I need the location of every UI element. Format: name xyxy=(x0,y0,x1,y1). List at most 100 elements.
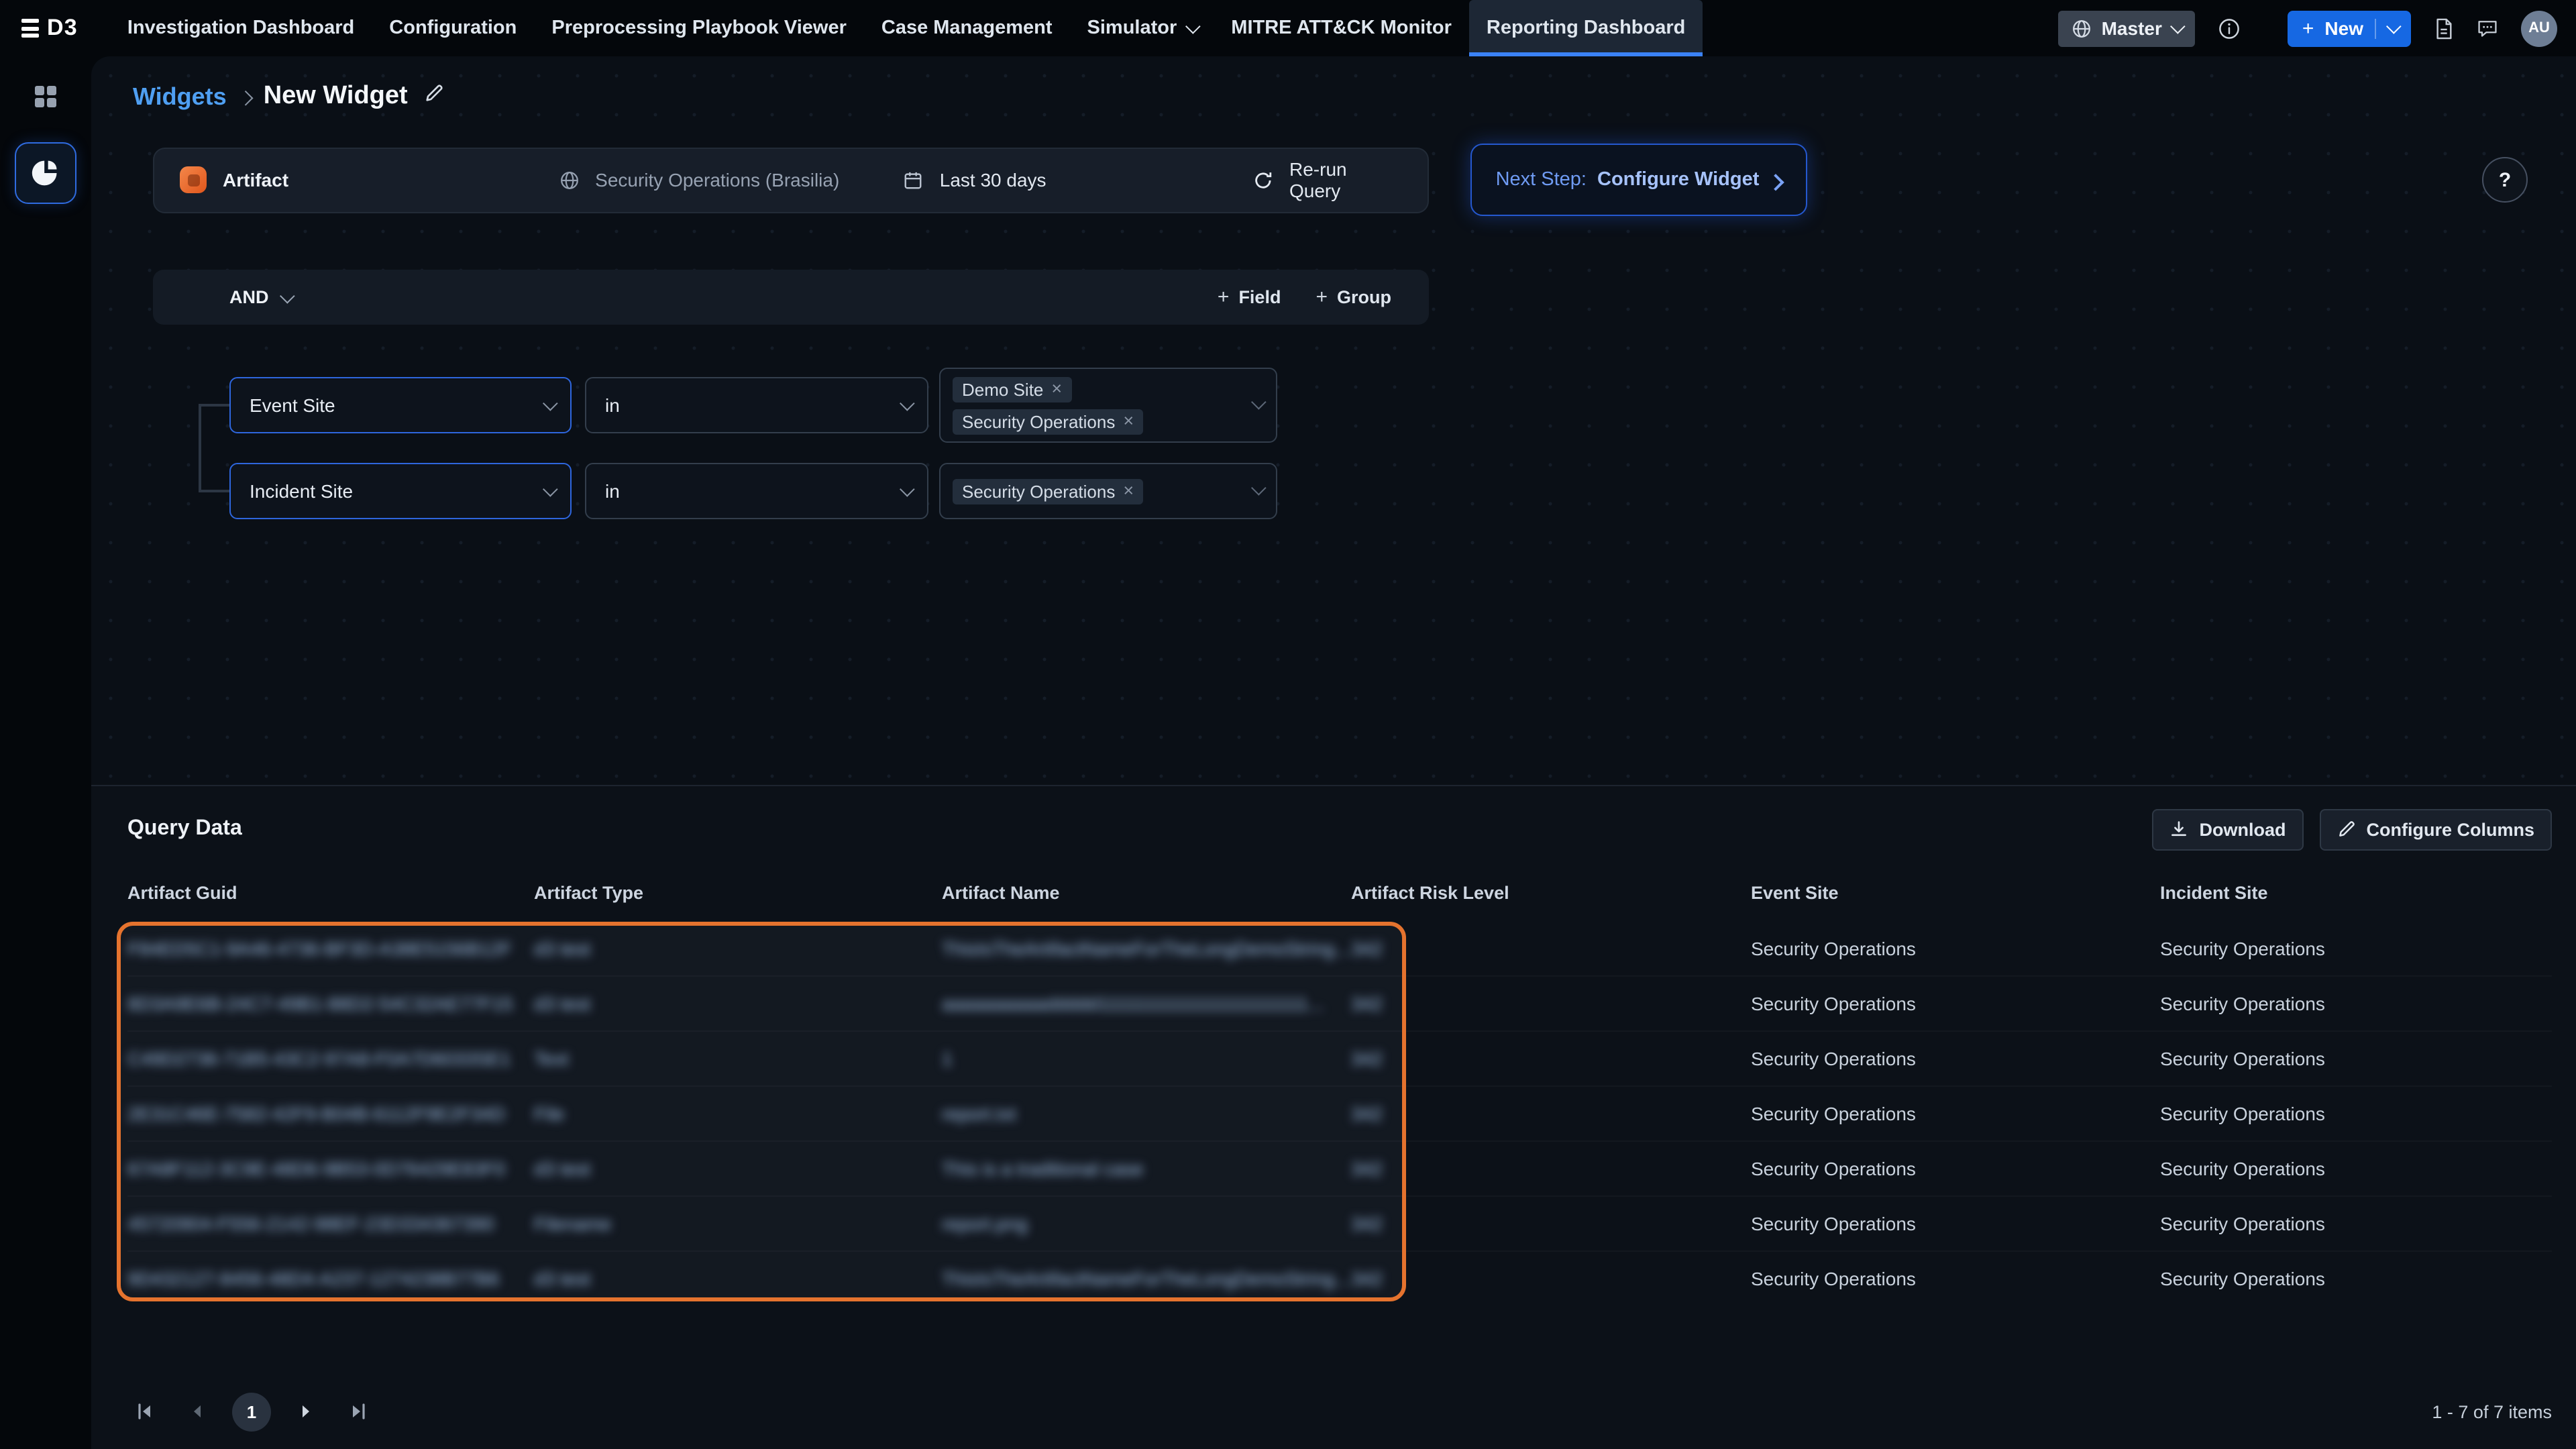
chat-button[interactable] xyxy=(2477,17,2498,39)
field-select-value: Incident Site xyxy=(250,480,353,502)
rerun-query-button[interactable]: Re-run Query xyxy=(1253,158,1402,201)
chevron-down-icon xyxy=(2386,19,2400,34)
document-icon xyxy=(2434,17,2454,40)
chevron-down-icon xyxy=(1186,19,1200,34)
plus-icon: + xyxy=(1218,286,1230,309)
table-row[interactable]: 2E31C46E-7582-42F9-B04B-6112F9E2F34D Fil… xyxy=(127,1087,2552,1142)
table-row[interactable]: 8D3A9E6B-24C7-49B1-88D2-54C32AE77F15 d3 … xyxy=(127,977,2552,1032)
site-selector[interactable]: Security Operations (Brasilia) xyxy=(559,169,904,191)
cell-event-site: Security Operations xyxy=(1751,1158,2160,1179)
next-step-button[interactable]: Next Step: Configure Widget xyxy=(1470,144,1807,216)
nav-preprocessing-playbook-viewer[interactable]: Preprocessing Playbook Viewer xyxy=(534,0,864,56)
cell-artifact-name: ThisIsTheArtifactNameForTheLongDemoStrin… xyxy=(942,938,1351,959)
nav-configuration[interactable]: Configuration xyxy=(372,0,534,56)
close-icon[interactable]: × xyxy=(1123,413,1134,431)
skip-first-icon xyxy=(136,1402,154,1421)
field-select-incident-site[interactable]: Incident Site xyxy=(229,463,572,519)
main-nav: Investigation Dashboard Configuration Pr… xyxy=(110,0,1703,56)
cell-artifact-guid: 2E31C46E-7582-42F9-B04B-6112F9E2F34D xyxy=(127,1103,534,1124)
first-page-button[interactable] xyxy=(127,1394,162,1429)
value-chip[interactable]: Security Operations × xyxy=(953,478,1143,504)
skip-last-icon xyxy=(349,1402,368,1421)
breadcrumb-widgets-link[interactable]: Widgets xyxy=(133,83,227,111)
sidebar-item-dashboards[interactable] xyxy=(32,83,59,110)
cell-incident-site: Security Operations xyxy=(2160,1103,2552,1124)
new-button[interactable]: + New xyxy=(2288,10,2411,46)
cell-event-site: Security Operations xyxy=(1751,1213,2160,1234)
column-header-artifact-risk-level: Artifact Risk Level xyxy=(1351,882,1751,902)
pencil-icon xyxy=(2337,820,2356,839)
artifact-icon xyxy=(180,166,207,193)
new-button-label: New xyxy=(2324,17,2363,39)
table-row[interactable]: F84ED5C1-9A46-4736-BF3D-A38E5156B12F d3 … xyxy=(127,922,2552,977)
close-icon[interactable]: × xyxy=(1051,380,1062,398)
operator-select[interactable]: in xyxy=(585,377,928,433)
refresh-icon xyxy=(1253,170,1273,190)
chevron-down-icon xyxy=(900,482,914,496)
nav-reporting-dashboard[interactable]: Reporting Dashboard xyxy=(1469,0,1703,56)
cell-incident-site: Security Operations xyxy=(2160,1158,2552,1179)
next-page-button[interactable] xyxy=(288,1394,323,1429)
add-group-button[interactable]: + Group xyxy=(1316,286,1391,309)
add-field-button[interactable]: + Field xyxy=(1218,286,1281,309)
edit-title-button[interactable] xyxy=(424,83,444,110)
nav-investigation-dashboard[interactable]: Investigation Dashboard xyxy=(110,0,372,56)
table-header-row: Artifact Guid Artifact Type Artifact Nam… xyxy=(127,876,2552,908)
page-number-button[interactable]: 1 xyxy=(232,1392,271,1431)
configure-columns-button[interactable]: Configure Columns xyxy=(2320,808,2553,850)
column-header-artifact-type: Artifact Type xyxy=(534,882,942,902)
previous-page-button[interactable] xyxy=(180,1394,215,1429)
cell-artifact-guid: 67A8F112-3C9E-48D6-9B53-0D76429E83F0 xyxy=(127,1158,534,1179)
add-field-label: Field xyxy=(1238,287,1281,307)
cell-artifact-name: report.txt xyxy=(942,1103,1351,1124)
nav-mitre-attack-monitor[interactable]: MITRE ATT&CK Monitor xyxy=(1214,0,1469,56)
info-button[interactable] xyxy=(2218,17,2241,40)
cell-artifact-guid: F84ED5C1-9A46-4736-BF3D-A38E5156B12F xyxy=(127,938,534,959)
user-avatar[interactable]: AU xyxy=(2521,10,2557,46)
value-chip[interactable]: Demo Site × xyxy=(953,376,1071,402)
cell-artifact-guid: 45720904-F556-2142-98EF-23D334367390 xyxy=(127,1213,534,1234)
date-range-selector[interactable]: Last 30 days xyxy=(904,169,1254,191)
value-multiselect[interactable]: Security Operations × xyxy=(939,463,1277,519)
chevron-down-icon xyxy=(1251,480,1265,494)
column-header-incident-site: Incident Site xyxy=(2160,882,2552,902)
data-source-selector[interactable]: Artifact xyxy=(180,166,559,193)
field-select-event-site[interactable]: Event Site xyxy=(229,377,572,433)
environment-selector[interactable]: Master xyxy=(2059,10,2195,46)
filter-rows: Event Site in Demo Site × Security Op xyxy=(153,368,1429,519)
cell-artifact-guid: C49D2736-71B5-43C2-97A8-F0A7D6033SE1 xyxy=(127,1048,534,1069)
cell-artifact-risk-level: 342 xyxy=(1351,993,1751,1014)
column-header-event-site: Event Site xyxy=(1751,882,2160,902)
help-button[interactable]: ? xyxy=(2482,157,2528,203)
filter-connector-stub xyxy=(199,490,231,492)
download-icon xyxy=(2170,820,2189,839)
cell-artifact-risk-level: 342 xyxy=(1351,938,1751,959)
value-multiselect[interactable]: Demo Site × Security Operations × xyxy=(939,368,1277,443)
chat-icon xyxy=(2477,17,2498,39)
value-chip[interactable]: Security Operations × xyxy=(953,409,1143,434)
column-header-artifact-guid: Artifact Guid xyxy=(127,882,534,902)
nav-simulator[interactable]: Simulator xyxy=(1070,0,1214,56)
report-button[interactable] xyxy=(2434,17,2454,40)
nav-case-management[interactable]: Case Management xyxy=(864,0,1070,56)
download-button[interactable]: Download xyxy=(2153,808,2304,850)
table-row[interactable]: 9D432127-8456-48D4-A237-1274238B77B6 d3 … xyxy=(127,1252,2552,1305)
cell-incident-site: Security Operations xyxy=(2160,1048,2552,1069)
table-row[interactable]: C49D2736-71B5-43C2-97A8-F0A7D6033SE1 Tex… xyxy=(127,1032,2552,1087)
logic-operator-dropdown[interactable]: AND xyxy=(229,287,291,307)
left-sidebar xyxy=(0,56,91,1449)
add-group-label: Group xyxy=(1337,287,1391,307)
column-header-artifact-name: Artifact Name xyxy=(942,882,1351,902)
close-icon[interactable]: × xyxy=(1123,482,1134,500)
cell-event-site: Security Operations xyxy=(1751,938,2160,959)
app-logo[interactable]: D3 xyxy=(21,0,78,56)
plus-icon: + xyxy=(1316,286,1328,309)
operator-select-value: in xyxy=(605,394,620,416)
last-page-button[interactable] xyxy=(341,1394,376,1429)
table-row[interactable]: 45720904-F556-2142-98EF-23D334367390 Fil… xyxy=(127,1197,2552,1252)
topbar-right-cluster: Master + New AU xyxy=(2059,0,2557,56)
operator-select[interactable]: in xyxy=(585,463,928,519)
cell-artifact-name: 1 xyxy=(942,1048,1351,1069)
sidebar-item-widgets[interactable] xyxy=(15,142,76,204)
table-row[interactable]: 67A8F112-3C9E-48D6-9B53-0D76429E83F0 d3 … xyxy=(127,1142,2552,1197)
